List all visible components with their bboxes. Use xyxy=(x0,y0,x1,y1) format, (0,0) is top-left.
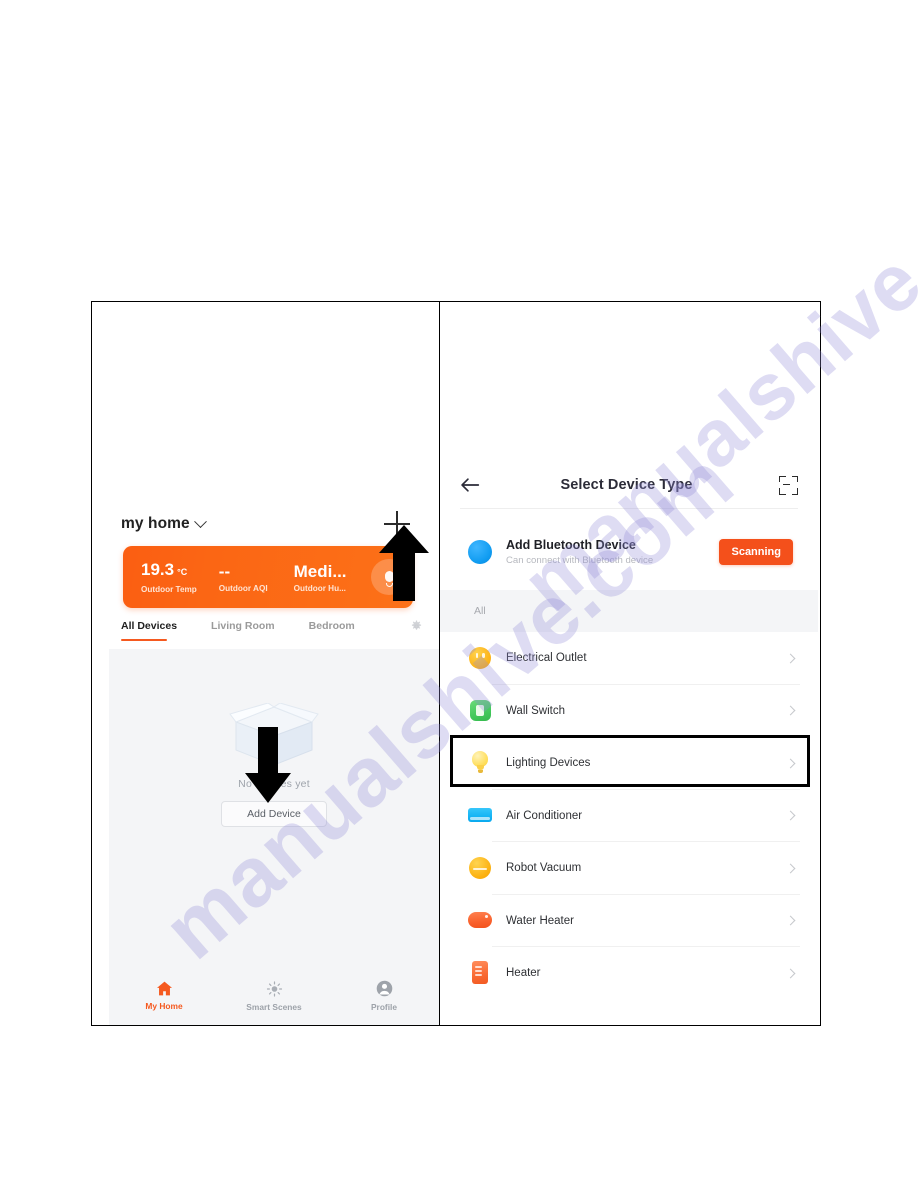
home-name-selector[interactable]: my home xyxy=(121,515,205,533)
chevron-right-icon xyxy=(786,653,796,663)
device-type-row-wall-switch[interactable]: Wall Switch xyxy=(468,685,800,738)
bluetooth-texts: Add Bluetooth Device Can connect with Bl… xyxy=(506,538,653,566)
device-list-area: No devices yet Add Device My Home xyxy=(109,649,439,1025)
gear-icon[interactable] xyxy=(410,620,423,633)
chevron-right-icon xyxy=(786,968,796,978)
bluetooth-icon: ᚝ xyxy=(468,540,492,564)
weather-label: Outdoor Temp xyxy=(141,585,197,594)
home-icon xyxy=(156,981,173,996)
filter-chip-all[interactable]: All xyxy=(474,605,486,617)
water-heater-icon xyxy=(468,909,492,933)
figure-two-phone-screens: my home 19.3 °C Outdoor Temp -- Outdoor … xyxy=(91,301,821,1026)
weather-stat: Medi... Outdoor Hu... xyxy=(294,562,347,593)
device-type-label: Air Conditioner xyxy=(506,810,582,822)
phone-screen-select-device-type: Select Device Type ᚝ Add Bluetooth Devic… xyxy=(440,302,818,1025)
device-type-row-heater[interactable]: Heater xyxy=(468,947,800,1000)
person-icon xyxy=(376,980,393,997)
device-type-label: Robot Vacuum xyxy=(506,862,581,874)
chevron-right-icon xyxy=(786,706,796,716)
bluetooth-discovery-row[interactable]: ᚝ Add Bluetooth Device Can connect with … xyxy=(440,526,818,578)
weather-label: Outdoor Hu... xyxy=(294,584,347,593)
weather-value: Medi... xyxy=(294,562,347,581)
nav-item-profile[interactable]: Profile xyxy=(329,980,439,1012)
device-type-label: Heater xyxy=(506,967,541,979)
tab-living-room[interactable]: Living Room xyxy=(211,620,309,632)
nav-item-smart-scenes[interactable]: Smart Scenes xyxy=(219,981,329,1012)
weather-summary-card[interactable]: 19.3 °C Outdoor Temp -- Outdoor AQI Medi… xyxy=(123,546,413,608)
select-device-header: Select Device Type xyxy=(440,462,818,508)
chevron-right-icon xyxy=(786,811,796,821)
header-divider xyxy=(460,508,798,509)
nav-label: Profile xyxy=(371,1002,397,1012)
robot-vacuum-icon xyxy=(468,856,492,880)
weather-stat: 19.3 °C Outdoor Temp xyxy=(141,560,197,594)
chevron-down-icon xyxy=(194,515,207,528)
device-type-row-lighting-devices[interactable]: Lighting Devices xyxy=(468,737,800,790)
outlet-icon xyxy=(468,646,492,670)
device-type-label: Lighting Devices xyxy=(506,757,590,769)
room-tab-bar: All Devices Living Room Bedroom xyxy=(92,620,439,652)
air-conditioner-icon xyxy=(468,804,492,828)
device-type-label: Wall Switch xyxy=(506,705,565,717)
device-type-label: Water Heater xyxy=(506,915,574,927)
bluetooth-title: Add Bluetooth Device xyxy=(506,538,653,552)
device-type-list: Electrical Outlet Wall Switch Lighting D… xyxy=(440,632,818,1025)
device-type-row-electrical-outlet[interactable]: Electrical Outlet xyxy=(468,632,800,685)
tab-all-devices[interactable]: All Devices xyxy=(121,620,211,632)
nav-label: Smart Scenes xyxy=(246,1002,301,1012)
arrow-pointing-to-add-device-button xyxy=(243,725,293,805)
page-title: Select Device Type xyxy=(474,477,779,493)
wall-switch-icon xyxy=(468,699,492,723)
weather-stat: -- Outdoor AQI xyxy=(219,562,268,593)
light-bulb-icon xyxy=(468,751,492,775)
bottom-navigation: My Home Smart Scenes Profile xyxy=(109,967,439,1025)
chevron-right-icon xyxy=(786,863,796,873)
weather-value: 19.3 xyxy=(141,560,174,579)
weather-label: Outdoor AQI xyxy=(219,584,268,593)
scanning-button[interactable]: Scanning xyxy=(719,539,793,565)
home-name-label: my home xyxy=(121,515,190,533)
back-arrow-icon[interactable] xyxy=(460,476,480,494)
chevron-right-icon xyxy=(786,758,796,768)
device-type-row-robot-vacuum[interactable]: Robot Vacuum xyxy=(468,842,800,895)
arrow-pointing-to-add-button xyxy=(377,523,431,603)
phone-screen-home: my home 19.3 °C Outdoor Temp -- Outdoor … xyxy=(92,302,440,1025)
scan-qr-icon[interactable] xyxy=(779,476,798,495)
device-type-row-air-conditioner[interactable]: Air Conditioner xyxy=(468,790,800,843)
page-root: manualshive.com manualshive.com my home … xyxy=(0,0,918,1188)
chevron-right-icon xyxy=(786,916,796,926)
weather-value: -- xyxy=(219,562,230,581)
bluetooth-subtitle: Can connect with Bluetooth device xyxy=(506,555,653,566)
device-type-row-water-heater[interactable]: Water Heater xyxy=(468,895,800,948)
nav-label: My Home xyxy=(145,1001,182,1011)
tab-bedroom[interactable]: Bedroom xyxy=(309,620,389,632)
heater-icon xyxy=(468,961,492,985)
device-type-label: Electrical Outlet xyxy=(506,652,587,664)
category-filter-strip: All xyxy=(440,590,818,632)
nav-item-my-home[interactable]: My Home xyxy=(109,981,219,1011)
sun-icon xyxy=(266,981,283,997)
weather-unit: °C xyxy=(177,563,187,582)
